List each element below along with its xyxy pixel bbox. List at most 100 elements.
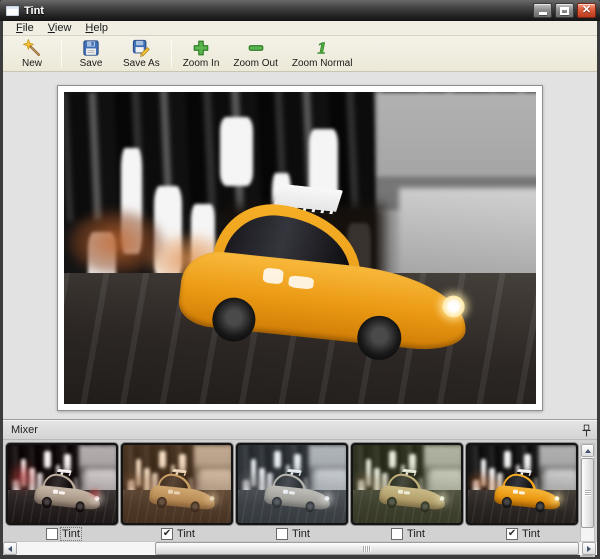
toolbar-label: Zoom Normal [292, 58, 353, 69]
tint-checkbox-4[interactable]: ✔ Tint [391, 528, 426, 540]
taxi-decal [174, 491, 180, 495]
scroll-up-button[interactable] [581, 444, 594, 457]
toolbar-label: New [22, 58, 42, 69]
mixer-header: Mixer [3, 420, 597, 440]
taxi-illustration [263, 471, 332, 514]
check-mark-icon: ✔ [163, 529, 171, 539]
toolbar-separator [171, 40, 172, 68]
checkbox-cell: ✔ Tint [466, 527, 581, 541]
menu-view[interactable]: View [41, 22, 79, 34]
tint-label: Tint [406, 528, 426, 540]
taxi-rear-wheel [501, 496, 512, 508]
thumbnail-tint-cool[interactable] [236, 443, 348, 525]
close-icon: ✕ [582, 5, 591, 16]
tint-checkbox-3[interactable]: ✔ Tint [276, 528, 311, 540]
zoom-in-button[interactable]: Zoom In [176, 37, 227, 70]
horizontal-scrollbar[interactable] [3, 541, 597, 555]
taxi-decal [59, 491, 65, 495]
green-plus-icon [192, 39, 210, 57]
tint-checkbox-2[interactable]: ✔ Tint [161, 528, 196, 540]
scroll-left-button[interactable] [3, 542, 17, 555]
thumbnail-image [123, 445, 231, 523]
taxi-illustration [493, 471, 562, 514]
thumbnail-tint-warm[interactable] [121, 443, 233, 525]
checkbox-cell: ✔ Tint [351, 527, 466, 541]
thumbnail-tint-green[interactable] [351, 443, 463, 525]
sign-blur [220, 117, 253, 186]
svg-text:1: 1 [317, 39, 328, 57]
sign-blur [159, 451, 167, 468]
scroll-right-button[interactable] [582, 542, 596, 555]
taxi-decal [519, 491, 525, 495]
save-as-button[interactable]: Save As [116, 37, 167, 70]
zoom-normal-button[interactable]: 1 Zoom Normal [285, 37, 360, 70]
thumbnail-image [468, 445, 576, 523]
close-button[interactable]: ✕ [577, 3, 596, 18]
thumbnail-image [353, 445, 461, 523]
thumbnail-tint-red[interactable] [6, 443, 118, 525]
tint-label: Tint [291, 528, 311, 540]
street-scene [8, 445, 116, 523]
tint-label: Tint [176, 528, 196, 540]
tint-checkbox-5[interactable]: ✔ Tint [506, 528, 541, 540]
title-bar[interactable]: Tint ✕ [0, 0, 600, 21]
main-taxi-photo[interactable] [64, 92, 536, 404]
photo-frame [57, 85, 543, 411]
tint-label: Tint [521, 528, 541, 540]
taxi-rear-wheel [156, 496, 167, 508]
minimize-icon [539, 12, 547, 15]
checkbox-box[interactable]: ✔ [506, 528, 518, 540]
new-button[interactable]: New [7, 37, 57, 70]
checkbox-box[interactable]: ✔ [391, 528, 403, 540]
checkbox-cell: ✔ Tint [121, 527, 236, 541]
street-scene [64, 92, 536, 404]
checkbox-box[interactable]: ✔ [161, 528, 173, 540]
taxi-illustration [175, 193, 477, 369]
tint-checkbox-row: ✔ Tint ✔ Tint ✔ Tint ✔ Tint ✔ Tint [3, 527, 597, 541]
window-frame: File View Help New [0, 21, 600, 559]
app-window: Tint ✕ File View Help New [0, 0, 600, 559]
toolbar-label: Zoom In [183, 58, 220, 69]
checkbox-box[interactable]: ✔ [276, 528, 288, 540]
toolbar-separator [61, 40, 62, 68]
thumbnail-full-color[interactable] [466, 443, 578, 525]
arrow-right-icon [587, 546, 591, 552]
taxi-decal [289, 491, 295, 495]
tint-label: Tint [61, 528, 81, 540]
floppy-disk-icon [82, 39, 100, 57]
checkbox-cell: ✔ Tint [236, 527, 351, 541]
mixer-vertical-scrollbar[interactable] [580, 443, 595, 557]
toolbar: New Save [3, 36, 597, 72]
image-canvas-area [3, 72, 597, 419]
mixer-panel: Mixer [3, 419, 597, 555]
horizontal-scroll-thumb[interactable] [155, 542, 579, 555]
save-button[interactable]: Save [66, 37, 116, 70]
street-scene [353, 445, 461, 523]
sign-blur [504, 451, 512, 468]
maximize-icon [560, 7, 569, 15]
street-scene [238, 445, 346, 523]
menu-help[interactable]: Help [78, 22, 115, 34]
menu-file[interactable]: File [9, 22, 41, 34]
taxi-decal [53, 489, 58, 493]
taxi-decal [262, 268, 284, 285]
checkbox-box[interactable]: ✔ [46, 528, 58, 540]
taxi-rear-wheel [271, 496, 282, 508]
taxi-decal [283, 489, 288, 493]
thumbnail-image [238, 445, 346, 523]
street-scene [468, 445, 576, 523]
taxi-rear-wheel [41, 496, 52, 508]
vertical-scroll-thumb[interactable] [581, 458, 594, 528]
zoom-out-button[interactable]: Zoom Out [226, 37, 284, 70]
pin-icon[interactable] [582, 424, 591, 437]
arrow-left-icon [8, 546, 12, 552]
thumbnail-image [8, 445, 116, 523]
tint-checkbox-1[interactable]: ✔ Tint [46, 528, 81, 540]
taxi-decal [168, 489, 173, 493]
sign-blur [44, 451, 52, 468]
taxi-illustration [378, 471, 447, 514]
checkbox-cell: ✔ Tint [6, 527, 121, 541]
maximize-button[interactable] [555, 3, 574, 18]
minimize-button[interactable] [533, 3, 552, 18]
mixer-title: Mixer [11, 424, 582, 436]
